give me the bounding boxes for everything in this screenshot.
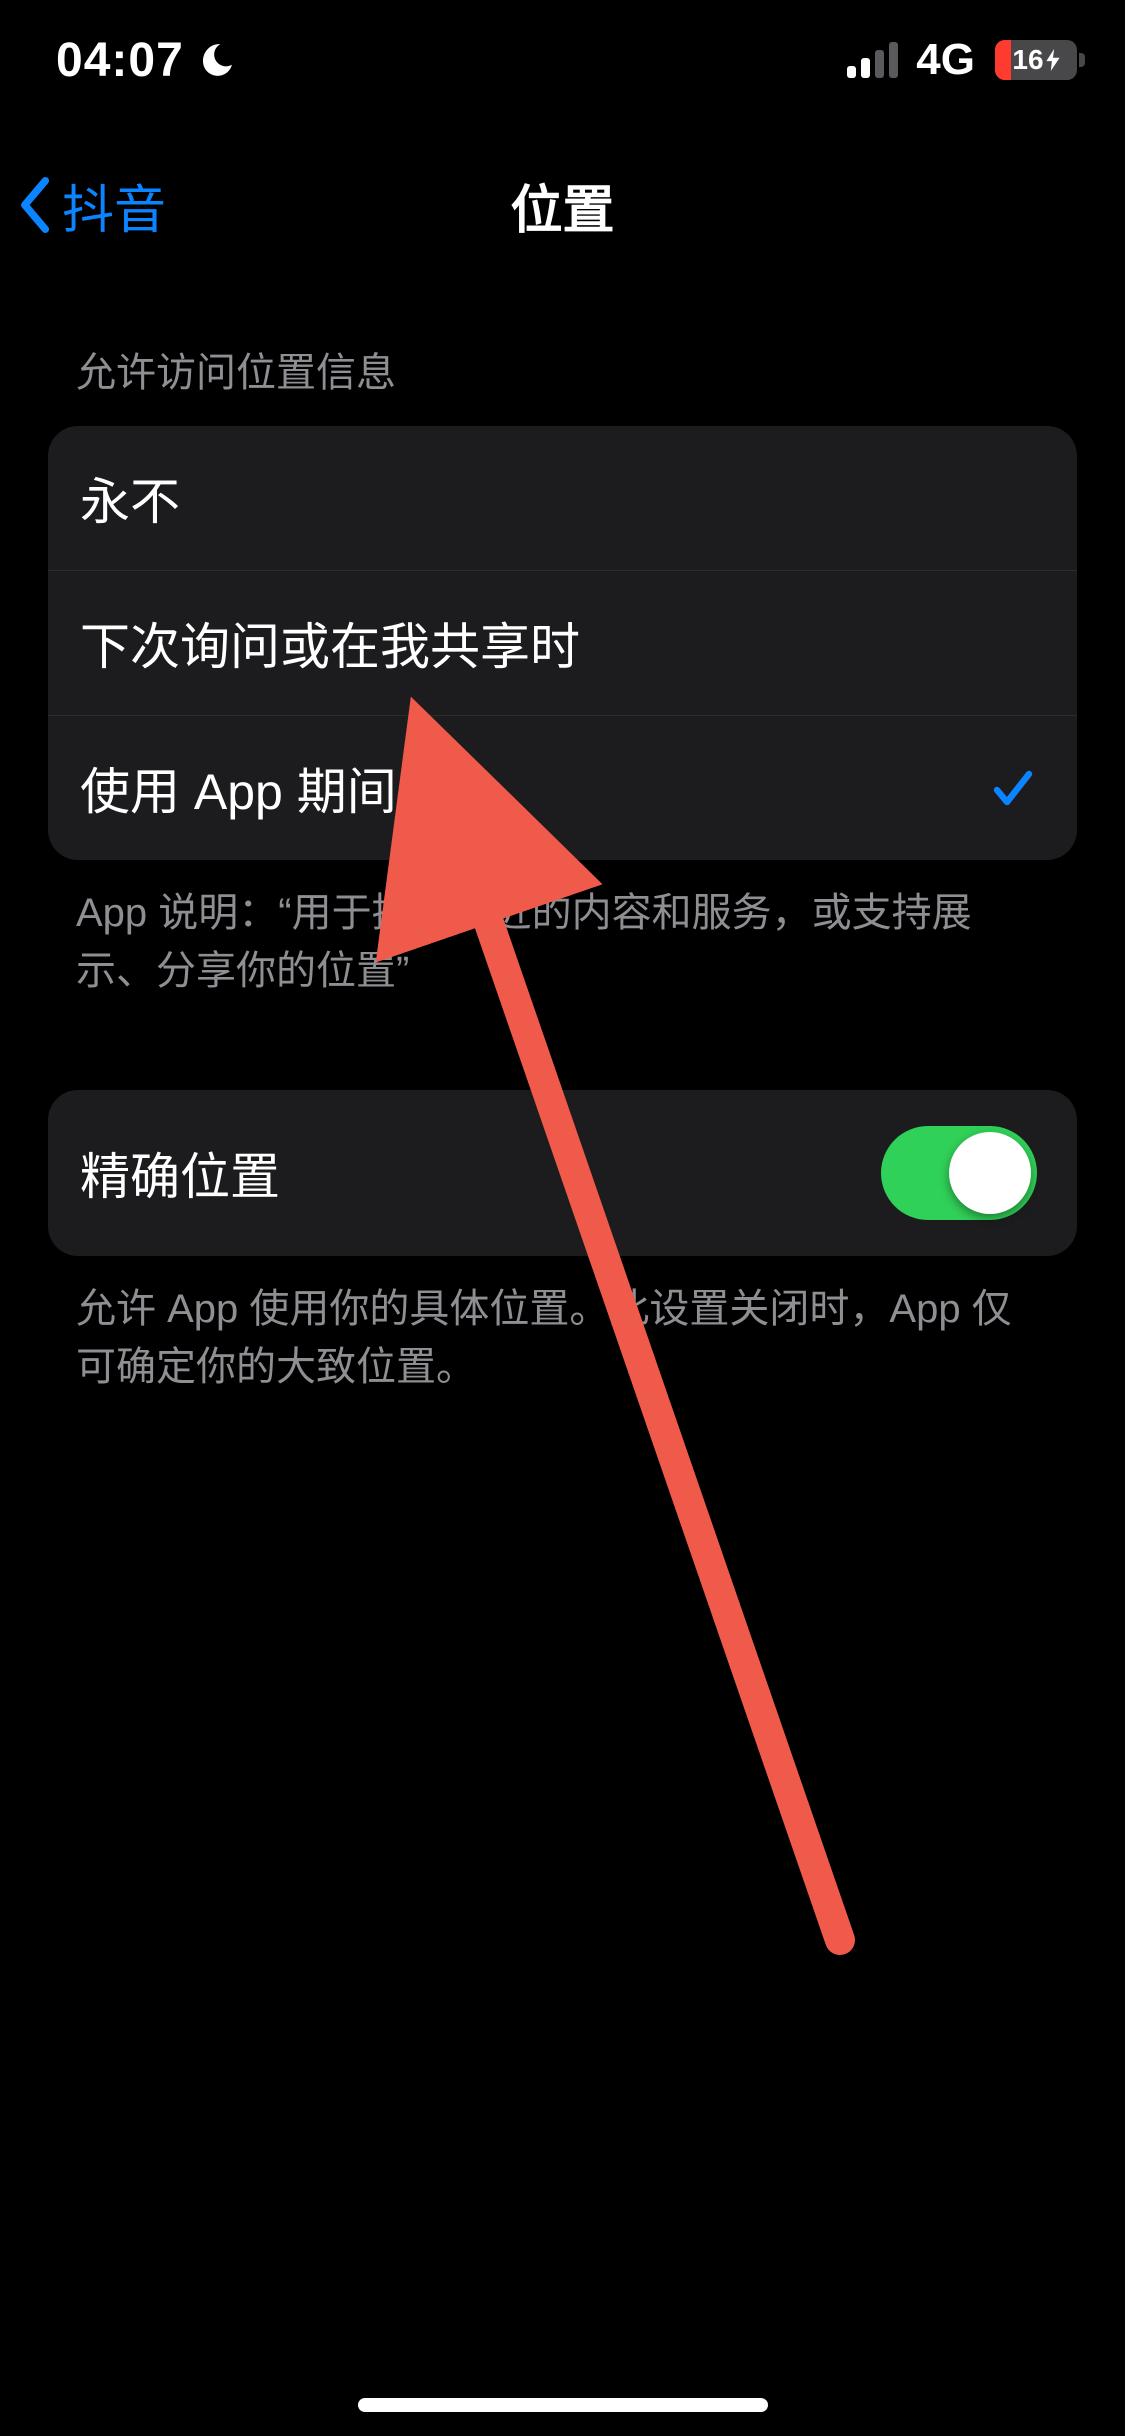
option-label: 使用 App 期间: [80, 752, 397, 824]
toggle-knob: [949, 1132, 1031, 1214]
cellular-signal-icon: [847, 42, 898, 78]
network-type: 4G: [916, 35, 975, 85]
precise-location-footer: 允许 App 使用你的具体位置。此设置关闭时，App 仅可确定你的大致位置。: [48, 1256, 1077, 1396]
back-label: 抖音: [62, 168, 166, 243]
navigation-bar: 抖音 位置: [0, 140, 1125, 270]
checkmark-icon: [989, 764, 1037, 812]
status-time: 04:07: [56, 33, 184, 88]
precise-location-row[interactable]: 精确位置: [48, 1090, 1077, 1256]
chevron-left-icon: [18, 177, 54, 233]
location-explanation-footer: App 说明：“用于推荐附近的内容和服务，或支持展示、分享你的位置”: [48, 860, 1077, 1000]
location-option-while-using[interactable]: 使用 App 期间: [48, 715, 1077, 860]
content: 允许访问位置信息 永不 下次询问或在我共享时 使用 App 期间 App 说明：…: [0, 320, 1125, 1396]
precise-location-label: 精确位置: [80, 1137, 280, 1209]
battery-icon: 16: [995, 40, 1077, 80]
location-option-ask-next-time[interactable]: 下次询问或在我共享时: [48, 570, 1077, 715]
status-left: 04:07: [56, 33, 238, 88]
do-not-disturb-icon: [198, 40, 238, 80]
page-title: 位置: [510, 168, 614, 243]
option-label: 永不: [80, 462, 180, 534]
precise-location-toggle[interactable]: [881, 1126, 1037, 1220]
location-option-never[interactable]: 永不: [48, 426, 1077, 570]
location-access-header: 允许访问位置信息: [48, 320, 1077, 426]
location-options-group: 永不 下次询问或在我共享时 使用 App 期间: [48, 426, 1077, 860]
charging-bolt-icon: [1046, 49, 1060, 71]
battery-percent-label: 16: [995, 44, 1077, 76]
status-bar: 04:07 4G 16: [0, 0, 1125, 120]
precise-location-group: 精确位置: [48, 1090, 1077, 1256]
back-button[interactable]: 抖音: [18, 140, 166, 270]
status-right: 4G 16: [847, 35, 1077, 85]
home-indicator[interactable]: [358, 2398, 768, 2412]
option-label: 下次询问或在我共享时: [80, 607, 580, 679]
